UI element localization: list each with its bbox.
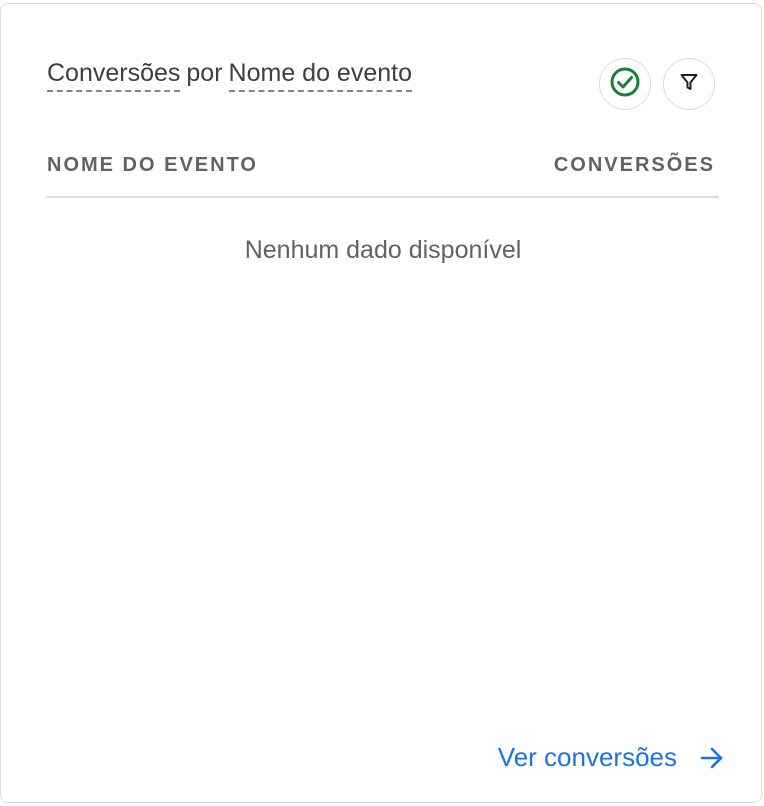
column-header-conversions[interactable]: CONVERSÕES	[554, 154, 715, 177]
view-conversions-link[interactable]: Ver conversões	[498, 742, 725, 773]
dimension-selector[interactable]: Nome do evento	[228, 59, 412, 92]
filter-button[interactable]	[663, 58, 715, 110]
title-separator: por	[186, 59, 223, 87]
arrow-right-icon	[699, 745, 725, 771]
column-header-event-name[interactable]: NOME DO EVENTO	[47, 154, 258, 177]
card-title: Conversões por Nome do evento	[47, 59, 412, 92]
metric-selector[interactable]: Conversões	[47, 59, 181, 92]
data-quality-button[interactable]	[599, 58, 651, 110]
filter-icon	[679, 72, 699, 97]
empty-state-message: Nenhum dado disponível	[244, 236, 522, 264]
view-conversions-label: Ver conversões	[497, 742, 677, 772]
header-divider	[46, 196, 719, 198]
check-circle-icon	[609, 66, 641, 103]
conversions-card: Conversões por Nome do evento NOME DO EVEN…	[0, 3, 762, 803]
